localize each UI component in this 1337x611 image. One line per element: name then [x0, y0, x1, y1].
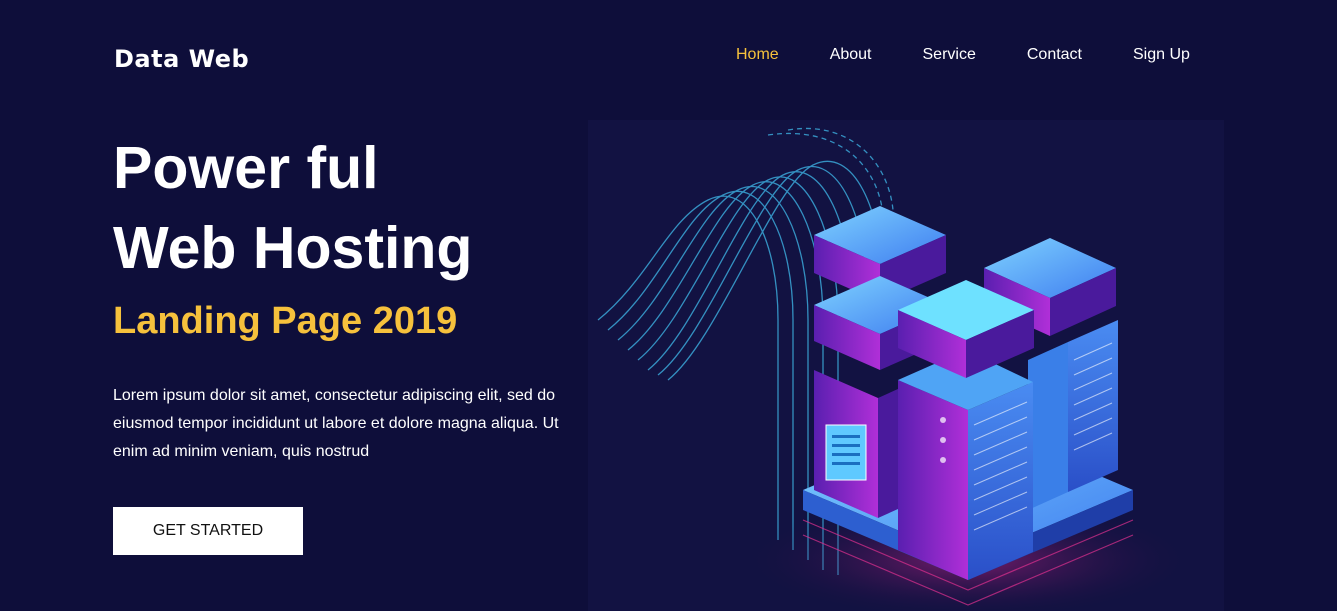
server-stack-illustration [588, 120, 1224, 611]
hero-title-line2: Web Hosting [113, 215, 473, 281]
nav-home[interactable]: Home [736, 46, 779, 64]
hero-title-line1: Power ful [113, 135, 379, 201]
server-tower-center [898, 350, 1033, 580]
main-nav: Home About Service Contact Sign Up [736, 46, 1241, 64]
hero-description: Lorem ipsum dolor sit amet, consectetur … [113, 387, 559, 460]
nav-contact[interactable]: Contact [1027, 46, 1082, 64]
nav-sign-up[interactable]: Sign Up [1133, 46, 1190, 64]
nav-service[interactable]: Service [923, 46, 976, 64]
nav-about[interactable]: About [830, 46, 872, 64]
get-started-button[interactable]: GET STARTED [113, 507, 303, 555]
logo[interactable]: Data Web [114, 45, 249, 73]
hero-subtitle: Landing Page 2019 [113, 300, 458, 342]
hero-title: Power ful Web Hosting [113, 128, 472, 288]
